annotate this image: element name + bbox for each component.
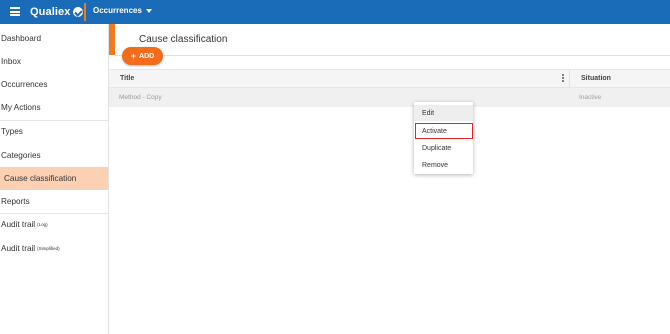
add-button-label: ADD [139,52,155,60]
header-divider [115,55,670,56]
sidebar-item-qualifier: (Log) [37,222,48,227]
sidebar-item-label: Audit trail [1,220,36,229]
menu-item-label: Edit [422,109,435,117]
menu-icon[interactable] [10,7,20,16]
cell-situation: Inactive [579,94,602,101]
sidebar-item-occurrences[interactable]: Occurrences [0,73,108,96]
menu-item-remove[interactable]: Remove [414,157,473,173]
sidebar-item-my-actions[interactable]: My Actions [0,96,108,119]
sidebar-item-categories[interactable]: Categories [0,144,108,167]
sidebar-item-dashboard[interactable]: Dashboard [0,27,108,50]
menu-item-activate[interactable]: Activate [415,123,473,139]
sidebar-item-cause-classification[interactable]: Cause classification [0,167,108,190]
page-accent-bar [109,24,115,55]
table-header: Title Situation [109,69,670,88]
plus-icon: + [130,50,137,61]
brand-name: Qualiex [30,6,71,18]
sidebar-item-audit-trail-simplified[interactable]: Audit trail (Simplified) [0,237,108,260]
add-button[interactable]: + ADD [122,47,163,65]
context-menu: Edit Activate Duplicate Remove [414,102,473,174]
page-title: Cause classification [139,34,228,45]
sidebar-item-label: Occurrences [1,80,48,89]
table-row[interactable]: Method - Copy Inactive [109,88,670,107]
topbar-divider [84,3,86,21]
qualiex-logo-icon [73,7,84,17]
brand-logo[interactable]: Qualiex [30,4,84,20]
menu-item-label: Activate [422,127,447,135]
sidebar-item-label: Cause classification [4,174,77,183]
sidebar-item-label: Reports [1,197,30,206]
module-label: Occurrences [93,6,142,15]
sidebar-item-types[interactable]: Types [0,120,108,143]
more-vert-icon[interactable] [560,74,566,84]
sidebar-item-label: Types [1,127,23,136]
column-header-title[interactable]: Title [120,75,134,82]
menu-item-duplicate[interactable]: Duplicate [414,140,473,156]
module-selector[interactable]: Occurrences [93,6,152,15]
sidebar-item-audit-trail-log[interactable]: Audit trail (Log) [0,213,108,236]
cell-title: Method - Copy [119,94,162,101]
sidebar-item-label: Categories [1,151,41,160]
sidebar-item-label: Dashboard [1,34,42,43]
sidebar-item-label: My Actions [1,103,41,112]
sidebar-item-reports[interactable]: Reports [0,190,108,213]
sidebar-item-inbox[interactable]: Inbox [0,50,108,73]
sidebar-item-label: Audit trail [1,244,36,253]
chevron-down-icon [145,8,152,13]
menu-item-label: Duplicate [422,144,452,152]
column-divider [569,70,570,88]
sidebar: Dashboard Inbox Occurrences My Actions T… [0,24,109,334]
top-bar: Qualiex Occurrences [0,0,670,24]
column-header-situation[interactable]: Situation [581,75,611,82]
menu-item-edit[interactable]: Edit [414,105,473,121]
menu-item-label: Remove [422,161,449,169]
sidebar-item-qualifier: (Simplified) [37,246,60,251]
sidebar-item-label: Inbox [1,57,22,66]
